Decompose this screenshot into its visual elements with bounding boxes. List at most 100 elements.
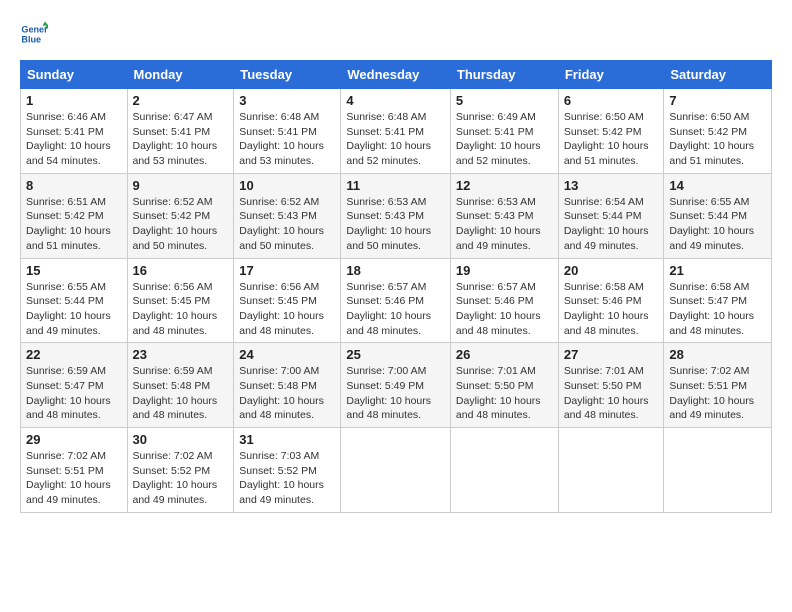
day-number: 22 [26, 347, 122, 362]
day-number: 15 [26, 263, 122, 278]
day-info: Sunrise: 6:54 AMSunset: 5:44 PMDaylight:… [564, 195, 659, 254]
day-info: Sunrise: 6:56 AMSunset: 5:45 PMDaylight:… [239, 280, 335, 339]
weekday-header-saturday: Saturday [664, 61, 772, 89]
day-info: Sunrise: 7:01 AMSunset: 5:50 PMDaylight:… [456, 364, 553, 423]
logo: General Blue [20, 20, 52, 48]
day-info: Sunrise: 7:02 AMSunset: 5:51 PMDaylight:… [26, 449, 122, 508]
calendar-cell: 29 Sunrise: 7:02 AMSunset: 5:51 PMDayligh… [21, 428, 128, 513]
day-number: 2 [133, 93, 229, 108]
calendar-week-row: 15 Sunrise: 6:55 AMSunset: 5:44 PMDayligh… [21, 258, 772, 343]
calendar-cell: 20Sunrise: 6:58 AMSunset: 5:46 PMDayligh… [558, 258, 664, 343]
day-info: Sunrise: 6:57 AMSunset: 5:46 PMDaylight:… [346, 280, 445, 339]
calendar-cell: 10 Sunrise: 6:52 AMSunset: 5:43 PMDayligh… [234, 173, 341, 258]
calendar-cell: 25Sunrise: 7:00 AMSunset: 5:49 PMDayligh… [341, 343, 451, 428]
calendar-cell: 22 Sunrise: 6:59 AMSunset: 5:47 PMDayligh… [21, 343, 128, 428]
calendar-cell: 21Sunrise: 6:58 AMSunset: 5:47 PMDayligh… [664, 258, 772, 343]
day-number: 27 [564, 347, 659, 362]
day-info: Sunrise: 6:59 AMSunset: 5:47 PMDaylight:… [26, 364, 122, 423]
calendar-cell: 1Sunrise: 6:46 AMSunset: 5:41 PMDaylight… [21, 89, 128, 174]
calendar-week-row: 8 Sunrise: 6:51 AMSunset: 5:42 PMDaylight… [21, 173, 772, 258]
day-info: Sunrise: 6:55 AMSunset: 5:44 PMDaylight:… [26, 280, 122, 339]
weekday-header-sunday: Sunday [21, 61, 128, 89]
day-info: Sunrise: 6:52 AMSunset: 5:42 PMDaylight:… [133, 195, 229, 254]
day-info: Sunrise: 7:02 AMSunset: 5:52 PMDaylight:… [133, 449, 229, 508]
day-number: 6 [564, 93, 659, 108]
calendar-cell [341, 428, 451, 513]
day-number: 30 [133, 432, 229, 447]
calendar-cell: 11 Sunrise: 6:53 AMSunset: 5:43 PMDayligh… [341, 173, 451, 258]
day-number: 16 [133, 263, 229, 278]
day-info: Sunrise: 6:55 AMSunset: 5:44 PMDaylight:… [669, 195, 766, 254]
day-info: Sunrise: 6:48 AMSunset: 5:41 PMDaylight:… [239, 110, 335, 169]
day-number: 10 [239, 178, 335, 193]
day-number: 28 [669, 347, 766, 362]
day-number: 11 [346, 178, 445, 193]
calendar-week-row: 22 Sunrise: 6:59 AMSunset: 5:47 PMDayligh… [21, 343, 772, 428]
calendar-cell: 23Sunrise: 6:59 AMSunset: 5:48 PMDayligh… [127, 343, 234, 428]
calendar-cell: 6 Sunrise: 6:50 AMSunset: 5:42 PMDaylight… [558, 89, 664, 174]
calendar-cell: 24Sunrise: 7:00 AMSunset: 5:48 PMDayligh… [234, 343, 341, 428]
weekday-header-wednesday: Wednesday [341, 61, 451, 89]
calendar-cell: 9 Sunrise: 6:52 AMSunset: 5:42 PMDaylight… [127, 173, 234, 258]
weekday-header-tuesday: Tuesday [234, 61, 341, 89]
weekday-header-friday: Friday [558, 61, 664, 89]
day-number: 24 [239, 347, 335, 362]
calendar-week-row: 29 Sunrise: 7:02 AMSunset: 5:51 PMDayligh… [21, 428, 772, 513]
day-info: Sunrise: 6:49 AMSunset: 5:41 PMDaylight:… [456, 110, 553, 169]
calendar-cell: 12 Sunrise: 6:53 AMSunset: 5:43 PMDayligh… [450, 173, 558, 258]
day-info: Sunrise: 6:58 AMSunset: 5:46 PMDaylight:… [564, 280, 659, 339]
day-info: Sunrise: 6:47 AMSunset: 5:41 PMDaylight:… [133, 110, 229, 169]
day-number: 13 [564, 178, 659, 193]
day-number: 8 [26, 178, 122, 193]
calendar-cell: 17 Sunrise: 6:56 AMSunset: 5:45 PMDayligh… [234, 258, 341, 343]
weekday-header-thursday: Thursday [450, 61, 558, 89]
day-number: 3 [239, 93, 335, 108]
calendar-header-row: SundayMondayTuesdayWednesdayThursdayFrid… [21, 61, 772, 89]
day-number: 17 [239, 263, 335, 278]
day-info: Sunrise: 7:00 AMSunset: 5:49 PMDaylight:… [346, 364, 445, 423]
svg-text:Blue: Blue [21, 34, 41, 44]
day-info: Sunrise: 6:50 AMSunset: 5:42 PMDaylight:… [564, 110, 659, 169]
day-info: Sunrise: 6:52 AMSunset: 5:43 PMDaylight:… [239, 195, 335, 254]
day-number: 1 [26, 93, 122, 108]
day-number: 9 [133, 178, 229, 193]
day-info: Sunrise: 7:03 AMSunset: 5:52 PMDaylight:… [239, 449, 335, 508]
calendar-week-row: 1Sunrise: 6:46 AMSunset: 5:41 PMDaylight… [21, 89, 772, 174]
calendar-cell [450, 428, 558, 513]
day-number: 26 [456, 347, 553, 362]
calendar-cell: 5 Sunrise: 6:49 AMSunset: 5:41 PMDaylight… [450, 89, 558, 174]
day-number: 4 [346, 93, 445, 108]
day-info: Sunrise: 6:56 AMSunset: 5:45 PMDaylight:… [133, 280, 229, 339]
calendar-cell: 19Sunrise: 6:57 AMSunset: 5:46 PMDayligh… [450, 258, 558, 343]
day-info: Sunrise: 6:53 AMSunset: 5:43 PMDaylight:… [456, 195, 553, 254]
day-number: 5 [456, 93, 553, 108]
weekday-header-monday: Monday [127, 61, 234, 89]
day-info: Sunrise: 7:01 AMSunset: 5:50 PMDaylight:… [564, 364, 659, 423]
logo-icon: General Blue [20, 20, 48, 48]
calendar-cell: 18Sunrise: 6:57 AMSunset: 5:46 PMDayligh… [341, 258, 451, 343]
day-number: 12 [456, 178, 553, 193]
calendar-cell: 30 Sunrise: 7:02 AMSunset: 5:52 PMDayligh… [127, 428, 234, 513]
calendar-cell: 7 Sunrise: 6:50 AMSunset: 5:42 PMDaylight… [664, 89, 772, 174]
page-header: General Blue [20, 20, 772, 52]
day-info: Sunrise: 6:50 AMSunset: 5:42 PMDaylight:… [669, 110, 766, 169]
calendar-cell: 3 Sunrise: 6:48 AMSunset: 5:41 PMDaylight… [234, 89, 341, 174]
calendar-cell [558, 428, 664, 513]
day-info: Sunrise: 6:51 AMSunset: 5:42 PMDaylight:… [26, 195, 122, 254]
day-number: 31 [239, 432, 335, 447]
day-number: 23 [133, 347, 229, 362]
day-number: 14 [669, 178, 766, 193]
calendar-cell: 16 Sunrise: 6:56 AMSunset: 5:45 PMDayligh… [127, 258, 234, 343]
calendar-cell: 14 Sunrise: 6:55 AMSunset: 5:44 PMDayligh… [664, 173, 772, 258]
day-info: Sunrise: 6:48 AMSunset: 5:41 PMDaylight:… [346, 110, 445, 169]
day-info: Sunrise: 6:53 AMSunset: 5:43 PMDaylight:… [346, 195, 445, 254]
calendar-cell: 28 Sunrise: 7:02 AMSunset: 5:51 PMDayligh… [664, 343, 772, 428]
calendar-cell: 8 Sunrise: 6:51 AMSunset: 5:42 PMDaylight… [21, 173, 128, 258]
calendar-cell: 31 Sunrise: 7:03 AMSunset: 5:52 PMDayligh… [234, 428, 341, 513]
day-info: Sunrise: 7:02 AMSunset: 5:51 PMDaylight:… [669, 364, 766, 423]
calendar-cell: 27 Sunrise: 7:01 AMSunset: 5:50 PMDayligh… [558, 343, 664, 428]
day-number: 29 [26, 432, 122, 447]
day-number: 19 [456, 263, 553, 278]
day-number: 7 [669, 93, 766, 108]
day-info: Sunrise: 6:58 AMSunset: 5:47 PMDaylight:… [669, 280, 766, 339]
